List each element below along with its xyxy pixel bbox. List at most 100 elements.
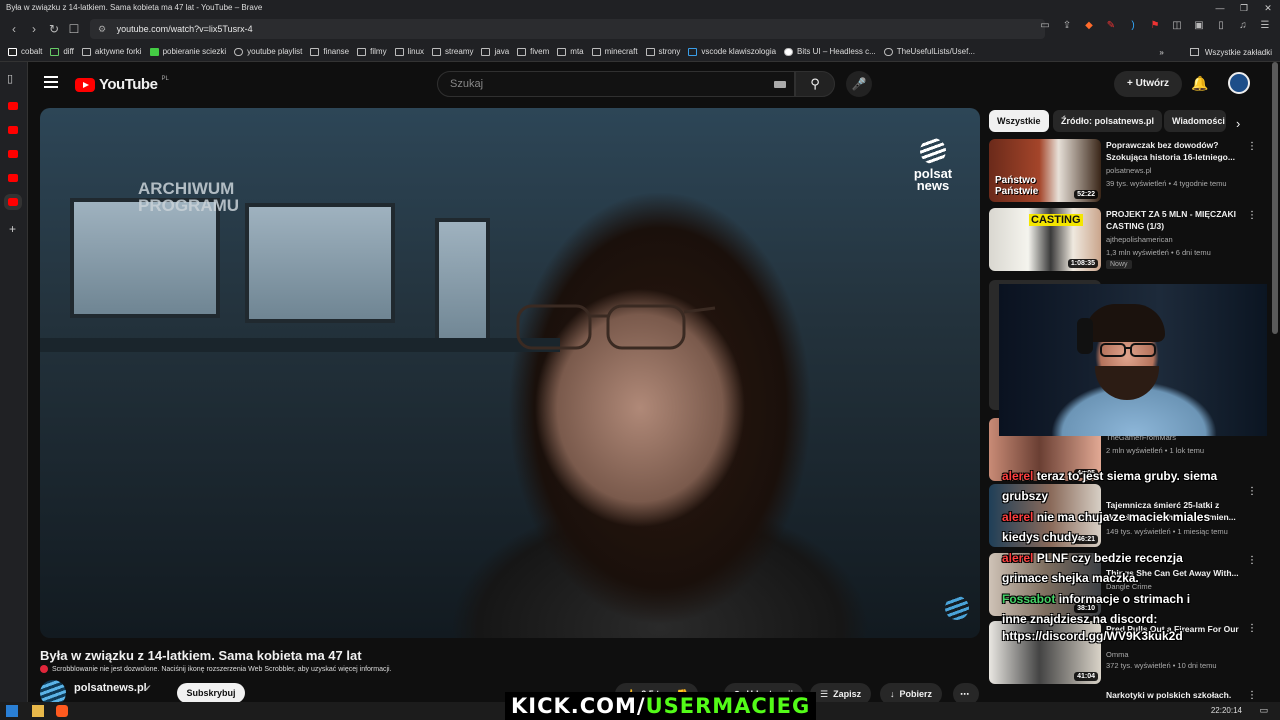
recommendation-channel[interactable]: ajthepolishamerican	[1106, 235, 1173, 244]
bookmark-item[interactable]: TheUsefulLists/Usef...	[883, 47, 975, 56]
more-vert-icon[interactable]: ⋮	[1247, 623, 1257, 634]
bookmarks-overflow[interactable]: »	[1159, 48, 1163, 57]
search-button[interactable]: ⚲	[795, 71, 835, 97]
bookmark-folder[interactable]: finanse	[310, 47, 349, 56]
extension-icon[interactable]: ⚑	[1148, 19, 1162, 33]
reload-icon[interactable]: ↻	[44, 22, 64, 36]
back-icon[interactable]: ‹	[4, 22, 24, 36]
extension-icon[interactable]: ✎	[1104, 19, 1118, 33]
notification-icon[interactable]: ▭	[1259, 705, 1268, 716]
chip-source[interactable]: Źródło: polsatnews.pl	[1053, 110, 1163, 132]
recommendation-title[interactable]: Poprawczak bez dowodów? Szokująca histor…	[1106, 139, 1246, 163]
video-thumbnail[interactable]: Państwo Państwie 52:22	[989, 139, 1101, 202]
youtube-tab-icon[interactable]	[8, 126, 18, 134]
mic-icon: 🎤	[851, 77, 867, 91]
youtube-tab-icon[interactable]	[8, 102, 18, 110]
more-vert-icon[interactable]: ⋮	[1247, 210, 1257, 221]
search-input[interactable]: Szukaj	[437, 71, 795, 97]
more-vert-icon[interactable]: ⋮	[1247, 690, 1257, 701]
bookmark-item[interactable]: Bits UI – Headless c...	[784, 47, 876, 56]
add-panel-icon[interactable]: +	[9, 222, 16, 236]
bookmark-item[interactable]: youtube playlist	[234, 47, 302, 56]
cast-icon[interactable]: ▭	[1038, 19, 1052, 33]
brave-shields-icon[interactable]: ◆	[1082, 19, 1096, 33]
more-vert-icon[interactable]: ⋮	[1247, 555, 1257, 566]
avatar[interactable]	[1228, 72, 1250, 94]
all-bookmarks[interactable]: Wszystkie zakładki	[1205, 48, 1272, 57]
bookmark-folder[interactable]: strony	[645, 47, 680, 56]
share-icon[interactable]: ⇪	[1060, 19, 1074, 33]
recommendation-channel[interactable]: polsatnews.pl	[1106, 166, 1151, 175]
bookmark-folder[interactable]: mta	[557, 47, 584, 56]
browser-sidebar: ▯ +	[0, 62, 28, 702]
windows-start-icon[interactable]	[6, 705, 18, 717]
webcam-hair	[1085, 304, 1165, 342]
extension-icon[interactable]: ▣	[1192, 19, 1206, 33]
recommendation-title[interactable]: Narkotyki w polskich szkołach.	[1106, 689, 1246, 701]
keyboard-icon[interactable]	[774, 81, 786, 88]
close-icon[interactable]: ✕	[1256, 0, 1280, 16]
chip-all[interactable]: Wszystkie	[989, 110, 1049, 132]
bookmark-folder[interactable]: fivem	[517, 47, 549, 56]
video-player[interactable]: ARCHIWUM PROGRAMU polsat news	[40, 108, 980, 638]
chip-news[interactable]: Wiadomości	[1164, 110, 1226, 132]
browser-toolbar: ‹ › ↻ ☐ ⚙ youtube.com/watch?v=lix5Tusrx-…	[0, 16, 1280, 42]
youtube-header: YouTube PL Szukaj ⚲ 🎤 + Utwórz 🔔	[28, 62, 1280, 106]
channel-name[interactable]: polsatnews.pl	[74, 682, 147, 694]
menu-icon[interactable]: ☰	[1258, 19, 1272, 33]
channel-watermark-icon[interactable]	[945, 596, 969, 620]
background-frame	[435, 218, 490, 348]
youtube-tab-icon[interactable]	[8, 174, 18, 182]
bookmark-folder[interactable]: linux	[394, 47, 424, 56]
background-frame	[245, 203, 395, 323]
address-bar[interactable]: ⚙ youtube.com/watch?v=lix5Tusrx-4	[90, 19, 1045, 39]
recommendation-channel[interactable]: Omma	[1106, 650, 1129, 659]
bookmark-folder[interactable]: streamy	[432, 47, 473, 56]
video-thumbnail[interactable]: CASTING 1:08:35	[989, 208, 1101, 271]
bookmark-item[interactable]: diff	[50, 47, 74, 56]
forward-icon[interactable]: ›	[24, 22, 44, 36]
bookmark-item[interactable]: cobalt	[8, 47, 42, 56]
extension-icon[interactable]: ◫	[1170, 19, 1184, 33]
minimize-icon[interactable]: —	[1208, 0, 1232, 16]
chevron-right-icon[interactable]: ›	[1236, 116, 1240, 131]
media-icon[interactable]: ♫	[1236, 19, 1250, 33]
bookmark-folder[interactable]: filmy	[357, 47, 387, 56]
youtube-logo[interactable]: YouTube PL	[75, 76, 169, 93]
youtube-tab-icon[interactable]	[4, 194, 22, 210]
folder-icon	[394, 47, 404, 56]
bookmark-item[interactable]: vscode klawiszologia	[688, 47, 776, 56]
search-placeholder: Szukaj	[450, 78, 484, 90]
window-controls: — ❐ ✕	[1208, 0, 1280, 16]
shelf	[40, 338, 560, 352]
create-button[interactable]: + Utwórz	[1114, 71, 1182, 97]
voice-search-button[interactable]: 🎤	[846, 71, 872, 97]
thumbnail-caption: Państwo Państwie	[995, 175, 1039, 197]
page-scrollbar[interactable]	[1272, 62, 1278, 334]
bookmark-item[interactable]: pobieranie sciezki	[149, 47, 226, 56]
bookmark-icon[interactable]: ☐	[64, 22, 84, 36]
duration-badge: 1:08:35	[1067, 259, 1098, 268]
maximize-icon[interactable]: ❐	[1232, 0, 1256, 16]
plus-icon: +	[1127, 78, 1133, 89]
more-vert-icon[interactable]: ⋮	[1247, 141, 1257, 152]
site-info-icon[interactable]: ⚙	[98, 24, 106, 34]
sidebar-toggle-icon[interactable]: ▯	[1214, 19, 1228, 33]
recommendation-item[interactable]: Państwo Państwie 52:22 Poprawczak bez dow…	[989, 139, 1259, 205]
hamburger-menu-icon[interactable]	[44, 76, 58, 88]
subscribe-button[interactable]: Subskrybuj	[177, 683, 245, 703]
more-vert-icon[interactable]: ⋮	[1247, 486, 1257, 497]
recommendation-item[interactable]: CASTING 1:08:35 PROJEKT ZA 5 MLN - MIĘCZ…	[989, 208, 1259, 274]
folder-icon	[645, 47, 655, 56]
bookmark-folder[interactable]: minecraft	[591, 47, 638, 56]
youtube-tab-icon[interactable]	[8, 150, 18, 158]
extension-icon[interactable]: )	[1126, 19, 1140, 33]
recommendation-item[interactable]: Narkotyki w polskich szkołach. ⋮	[989, 688, 1259, 702]
file-explorer-icon[interactable]	[32, 705, 44, 717]
sidebar-panel-icon[interactable]: ▯	[7, 72, 13, 85]
recommendation-title[interactable]: PROJEKT ZA 5 MLN - MIĘCZAKI CASTING (1/3…	[1106, 208, 1246, 232]
bell-icon[interactable]: 🔔	[1191, 75, 1208, 92]
bookmark-folder[interactable]: java	[481, 47, 509, 56]
bookmark-item[interactable]: aktywne forki	[81, 47, 142, 56]
brave-taskbar-icon[interactable]	[56, 705, 68, 717]
